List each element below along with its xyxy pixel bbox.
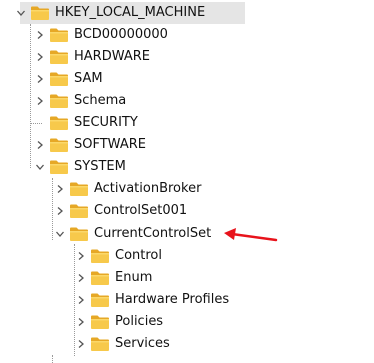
folder-icon bbox=[69, 226, 89, 242]
folder-icon bbox=[49, 49, 69, 65]
chevron-right-icon[interactable] bbox=[74, 289, 88, 311]
tree-node-label: Control bbox=[115, 248, 162, 263]
chevron-right-icon[interactable] bbox=[33, 46, 47, 68]
chevron-right-icon[interactable] bbox=[74, 333, 88, 355]
chevron-down-icon[interactable] bbox=[53, 223, 67, 245]
chevron-right-icon[interactable] bbox=[74, 245, 88, 267]
tree-guide-line bbox=[30, 24, 31, 168]
folder-icon bbox=[49, 137, 69, 153]
chevron-down-icon[interactable] bbox=[14, 2, 28, 24]
folder-icon bbox=[90, 336, 110, 352]
tree-node-hkey-local-machine[interactable]: HKEY_LOCAL_MACHINE bbox=[14, 2, 205, 24]
chevron-right-icon[interactable] bbox=[33, 90, 47, 112]
tree-node-security[interactable]: SECURITY bbox=[33, 112, 138, 134]
chevron-down-icon[interactable] bbox=[33, 156, 47, 178]
tree-node-schema[interactable]: Schema bbox=[33, 90, 126, 112]
tree-node-label: SAM bbox=[74, 71, 103, 86]
folder-icon bbox=[30, 5, 50, 21]
tree-node-system[interactable]: SYSTEM bbox=[33, 156, 126, 178]
tree-node-hardware[interactable]: HARDWARE bbox=[33, 46, 150, 68]
tree-node-software[interactable]: SOFTWARE bbox=[33, 134, 146, 156]
tree-node-sam[interactable]: SAM bbox=[33, 68, 103, 90]
folder-icon bbox=[49, 93, 69, 109]
tree-node-label: Policies bbox=[115, 314, 164, 329]
tree-node-hardware-profiles[interactable]: Hardware Profiles bbox=[74, 289, 229, 311]
chevron-right-icon[interactable] bbox=[33, 134, 47, 156]
tree-node-label: SOFTWARE bbox=[74, 137, 146, 152]
tree-node-bcd00000000[interactable]: BCD00000000 bbox=[33, 24, 168, 46]
tree-node-label: HKEY_LOCAL_MACHINE bbox=[55, 5, 206, 20]
tree-node-label: ActivationBroker bbox=[94, 181, 202, 196]
chevron-right-icon[interactable] bbox=[33, 68, 47, 90]
tree-node-label: ControlSet001 bbox=[94, 203, 188, 218]
chevron-right-icon[interactable] bbox=[33, 24, 47, 46]
tree-node-label: HARDWARE bbox=[74, 49, 150, 64]
tree-node-services[interactable]: Services bbox=[74, 333, 170, 355]
tree-node-label: Schema bbox=[74, 93, 127, 108]
annotation-arrow-icon bbox=[224, 228, 278, 242]
folder-icon bbox=[49, 115, 69, 131]
registry-tree: HKEY_LOCAL_MACHINE BCD00000000 HARDWARE … bbox=[0, 0, 374, 363]
chevron-right-icon[interactable] bbox=[53, 200, 67, 222]
tree-node-control[interactable]: Control bbox=[74, 245, 162, 267]
tree-node-label: SECURITY bbox=[74, 115, 138, 130]
folder-icon bbox=[90, 314, 110, 330]
folder-icon bbox=[49, 71, 69, 87]
chevron-right-icon[interactable] bbox=[74, 267, 88, 289]
tree-node-label: BCD00000000 bbox=[74, 27, 168, 42]
folder-icon bbox=[69, 203, 89, 219]
folder-icon bbox=[90, 270, 110, 286]
folder-icon bbox=[90, 248, 110, 264]
tree-guide-line bbox=[52, 355, 53, 363]
folder-icon bbox=[69, 181, 89, 197]
chevron-right-icon[interactable] bbox=[53, 178, 67, 200]
folder-icon bbox=[49, 27, 69, 43]
tree-node-policies[interactable]: Policies bbox=[74, 311, 163, 333]
folder-icon bbox=[90, 292, 110, 308]
tree-node-label: SYSTEM bbox=[74, 159, 126, 174]
tree-node-enum[interactable]: Enum bbox=[74, 267, 152, 289]
tree-node-spacer bbox=[33, 112, 47, 134]
tree-node-label: Services bbox=[115, 336, 170, 351]
tree-node-controlset001[interactable]: ControlSet001 bbox=[53, 200, 187, 222]
tree-node-currentcontrolset[interactable]: CurrentControlSet bbox=[53, 223, 211, 245]
chevron-right-icon[interactable] bbox=[74, 311, 88, 333]
tree-node-label: CurrentControlSet bbox=[94, 226, 212, 241]
tree-node-label: Hardware Profiles bbox=[115, 292, 230, 307]
folder-icon bbox=[49, 159, 69, 175]
tree-node-activationbroker[interactable]: ActivationBroker bbox=[53, 178, 201, 200]
tree-node-label: Enum bbox=[115, 270, 153, 285]
